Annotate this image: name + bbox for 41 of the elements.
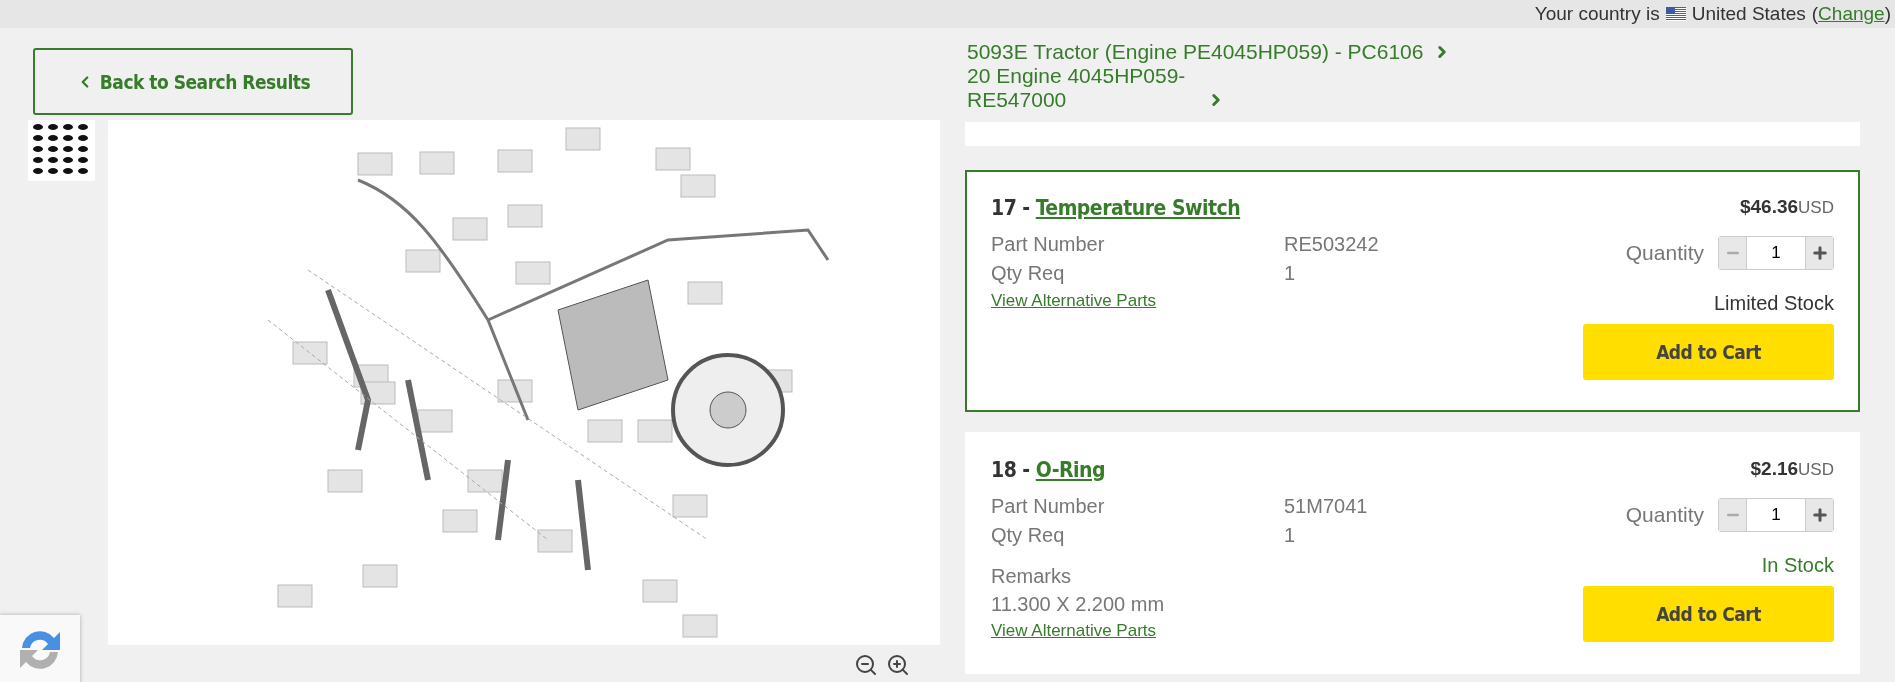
add-to-cart-button[interactable]: Add to Cart (1583, 586, 1834, 642)
open-parenthesis: ( (1811, 3, 1819, 25)
part-number-label: 17 - (991, 196, 1030, 220)
stock-status: Limited Stock (1713, 292, 1834, 315)
field-value: 1 (1284, 523, 1297, 548)
quantity-input[interactable]: 1 (1746, 499, 1806, 531)
change-link[interactable]: Change (1818, 3, 1885, 25)
plus-icon (1810, 506, 1829, 524)
breadcrumb-link[interactable]: 5093E Tractor (Engine PE4045HP059) - PC6106 (967, 40, 1424, 64)
price: $2.16 (1750, 458, 1799, 480)
plus-icon (1810, 244, 1829, 262)
country-label: Your country is (1534, 3, 1660, 25)
part-name-link[interactable]: Temperature Switch (1035, 196, 1241, 220)
alternative-parts-link[interactable]: View Alternative Parts (991, 291, 1379, 311)
field-label: Qty Req (991, 261, 1066, 286)
back-button[interactable]: Back to Search Results (33, 48, 353, 115)
field-value: 1 (1284, 261, 1297, 286)
alternative-parts-link[interactable]: View Alternative Parts (991, 621, 1368, 641)
part-number-label: 18 - (991, 458, 1030, 482)
stock-status: In Stock (1761, 554, 1834, 577)
quantity-label: Quantity (1625, 241, 1704, 265)
price: $46.36 (1739, 196, 1799, 218)
field-value: 51M7041 (1284, 494, 1368, 519)
us-flag-icon (1665, 7, 1686, 21)
field-label: Part Number (991, 494, 1106, 519)
close-parenthesis: ) (1884, 3, 1891, 25)
remarks-value: 11.300 X 2.200 mm (991, 592, 1166, 617)
zoom-in-button[interactable] (886, 653, 910, 677)
currency: USD (1798, 198, 1834, 218)
field-label: Part Number (991, 232, 1106, 257)
field-label: Qty Req (991, 523, 1066, 548)
currency: USD (1798, 460, 1834, 480)
part-name-link[interactable]: O-Ring (1035, 458, 1105, 482)
field-value: RE503242 (1284, 232, 1379, 257)
country-name: United States (1691, 3, 1806, 25)
quantity-input[interactable]: 1 (1746, 237, 1806, 269)
breadcrumb-link[interactable]: 20 Engine 4045HP059-RE547000 (967, 64, 1197, 112)
remarks-label: Remarks (991, 564, 1072, 589)
add-to-cart-button[interactable]: Add to Cart (1583, 324, 1834, 380)
zoom-out-button[interactable] (854, 653, 878, 677)
quantity-label: Quantity (1625, 503, 1704, 527)
